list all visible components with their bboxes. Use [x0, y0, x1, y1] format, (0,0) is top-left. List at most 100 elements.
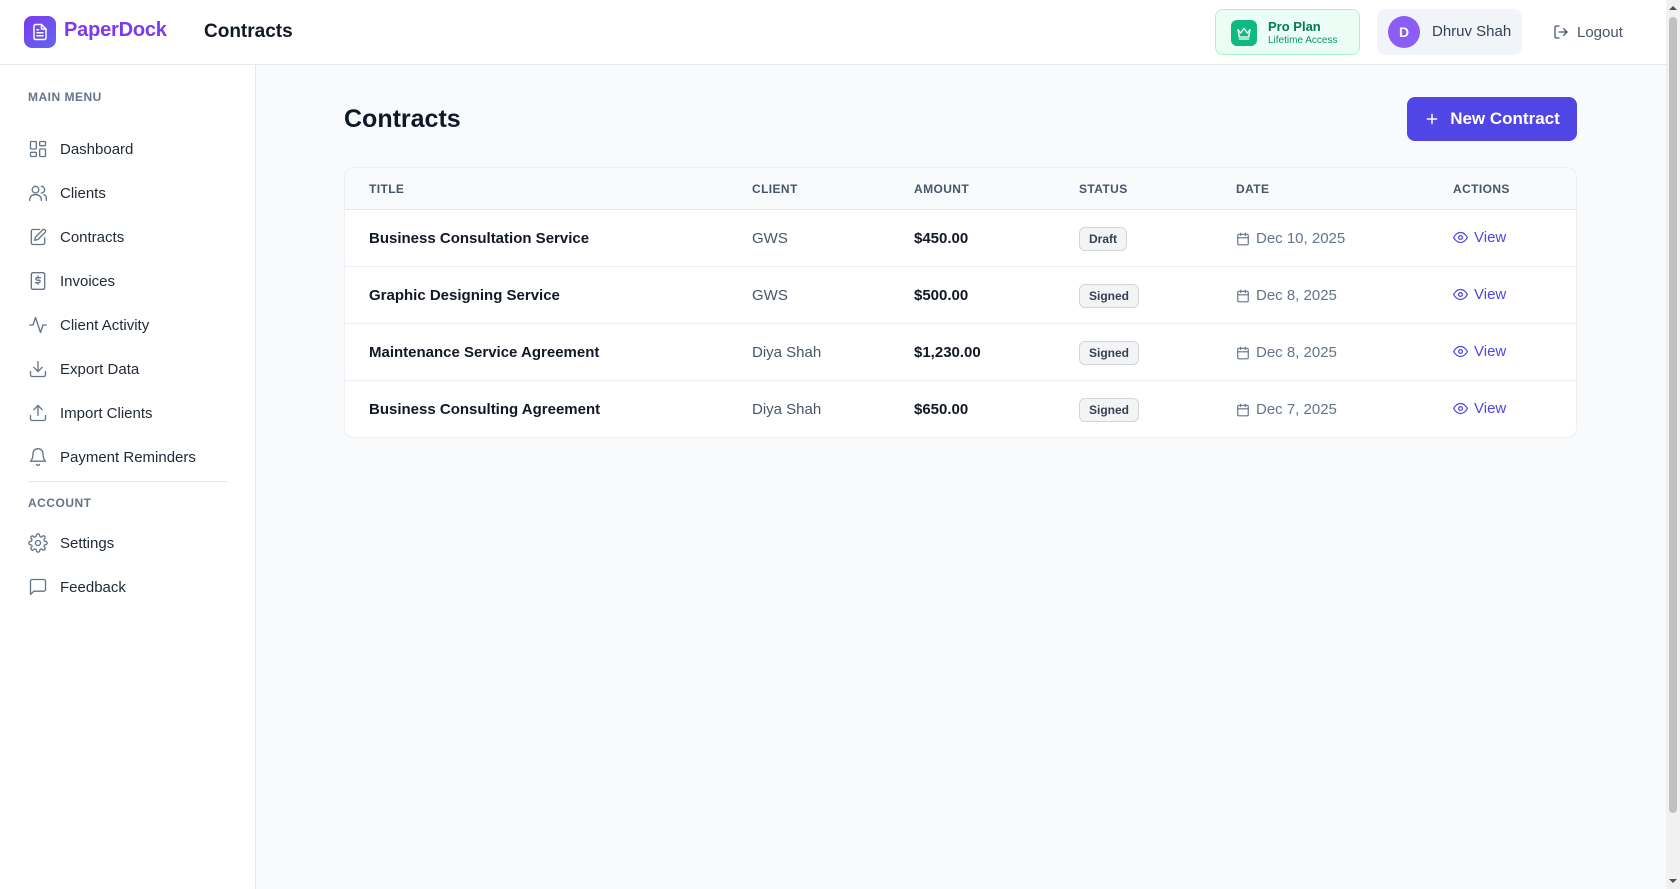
status-badge: Signed [1079, 341, 1140, 365]
view-label: View [1474, 400, 1507, 417]
logout-button[interactable]: Logout [1553, 20, 1623, 44]
page-title: Contracts [344, 105, 461, 133]
chat-icon [29, 578, 47, 596]
eye-icon [1453, 402, 1468, 415]
sidebar-item-export-data[interactable]: Export Data [16, 349, 240, 389]
contract-date-text: Dec 8, 2025 [1256, 344, 1337, 361]
contract-title: Business Consultation Service [369, 230, 590, 247]
brand-name[interactable]: PaperDock [64, 19, 167, 42]
column-header-amount: AMOUNT [914, 182, 970, 196]
plan-badge[interactable]: Pro Plan Lifetime Access [1215, 9, 1360, 55]
logo-icon[interactable] [24, 16, 56, 48]
sidebar-item-label: Payment Reminders [60, 448, 196, 466]
sidebar-divider [28, 481, 227, 482]
new-contract-label: New Contract [1450, 109, 1560, 128]
view-label: View [1474, 286, 1507, 303]
sidebar-item-settings[interactable]: Settings [16, 523, 240, 563]
sidebar-item-label: Export Data [60, 360, 140, 378]
view-button[interactable]: View [1453, 229, 1506, 246]
contract-title: Maintenance Service Agreement [369, 344, 600, 361]
plus-icon [1426, 113, 1438, 125]
contract-client: Diya Shah [752, 344, 822, 361]
contract-date: Dec 10, 2025 [1236, 230, 1345, 247]
eye-icon [1453, 345, 1468, 358]
contract-client: GWS [752, 287, 788, 304]
new-contract-button[interactable]: New Contract [1407, 97, 1577, 141]
contract-title: Business Consulting Agreement [369, 401, 601, 418]
calendar-icon [1237, 403, 1249, 416]
sidebar-item-label: Import Clients [60, 404, 153, 422]
users-icon [29, 185, 47, 202]
contract-date: Dec 7, 2025 [1236, 401, 1337, 418]
sidebar-item-label: Settings [60, 534, 115, 552]
eye-icon [1453, 288, 1468, 301]
contract-amount: $1,230.00 [914, 344, 981, 361]
upload-icon [29, 404, 47, 422]
column-header-status: STATUS [1079, 182, 1128, 196]
sidebar-item-client-activity[interactable]: Client Activity [16, 305, 240, 345]
avatar: D [1388, 16, 1420, 48]
logout-icon [1554, 25, 1568, 39]
contract-amount: $450.00 [914, 230, 969, 247]
plan-name: Pro Plan [1268, 19, 1321, 34]
contract-date-text: Dec 7, 2025 [1256, 401, 1337, 418]
view-label: View [1474, 229, 1507, 246]
sidebar-item-label: Dashboard [60, 140, 134, 158]
calendar-icon [1237, 346, 1249, 359]
scroll-up-icon[interactable] [1669, 4, 1677, 12]
sidebar: MAIN MENU Dashboard Clients Contracts In… [0, 65, 256, 889]
sidebar-item-clients[interactable]: Clients [16, 173, 240, 213]
sidebar-item-label: Invoices [60, 272, 116, 290]
table-row: Maintenance Service Agreement Diya Shah … [345, 324, 1576, 381]
sidebar-item-label: Contracts [60, 228, 125, 246]
contract-title: Graphic Designing Service [369, 287, 560, 304]
eye-icon [1453, 231, 1468, 244]
view-button[interactable]: View [1453, 286, 1506, 303]
dashboard-icon [29, 140, 47, 158]
app-root: PaperDock Contracts Pro Plan Lifetime Ac… [0, 0, 1666, 889]
bell-icon [29, 448, 47, 466]
sidebar-item-label: Feedback [60, 578, 126, 596]
scroll-down-icon[interactable] [1669, 877, 1677, 885]
dollar-document-icon [30, 272, 46, 290]
edit-document-icon [30, 228, 47, 246]
sidebar-item-label: Clients [60, 184, 106, 202]
sidebar-item-contracts[interactable]: Contracts [16, 217, 240, 257]
status-badge: Signed [1079, 284, 1140, 308]
sidebar-item-payment-reminders[interactable]: Payment Reminders [16, 437, 240, 477]
sidebar-item-invoices[interactable]: Invoices [16, 261, 240, 301]
contract-amount: $500.00 [914, 287, 969, 304]
contract-date-text: Dec 8, 2025 [1256, 287, 1337, 304]
main-menu-label: MAIN MENU [28, 90, 102, 104]
table-header: TITLE CLIENT AMOUNT STATUS DATE ACTIONS [345, 168, 1576, 210]
view-button[interactable]: View [1453, 400, 1506, 417]
contracts-table: TITLE CLIENT AMOUNT STATUS DATE ACTIONS … [344, 167, 1577, 438]
calendar-icon [1237, 289, 1249, 302]
page-scrollbar[interactable] [1666, 0, 1680, 889]
view-label: View [1474, 343, 1507, 360]
crown-icon [1231, 20, 1257, 46]
status-badge: Draft [1079, 227, 1128, 251]
user-name: Dhruv Shah [1432, 23, 1512, 40]
sidebar-item-feedback[interactable]: Feedback [16, 567, 240, 607]
table-row: Graphic Designing Service GWS $500.00 Si… [345, 267, 1576, 324]
scrollbar-thumb[interactable] [1669, 17, 1677, 813]
top-header: PaperDock Contracts Pro Plan Lifetime Ac… [0, 0, 1666, 65]
sidebar-item-import-clients[interactable]: Import Clients [16, 393, 240, 433]
column-header-date: DATE [1236, 182, 1270, 196]
user-menu[interactable]: D Dhruv Shah [1377, 9, 1522, 55]
account-label: ACCOUNT [28, 496, 92, 510]
column-header-title: TITLE [369, 182, 405, 196]
column-header-client: CLIENT [752, 182, 798, 196]
plan-subtitle: Lifetime Access [1268, 35, 1338, 46]
sidebar-item-dashboard[interactable]: Dashboard [16, 129, 240, 169]
status-badge: Signed [1079, 398, 1140, 422]
gear-icon [28, 533, 48, 553]
contract-client: Diya Shah [752, 401, 822, 418]
view-button[interactable]: View [1453, 343, 1506, 360]
column-header-actions: ACTIONS [1453, 182, 1510, 196]
calendar-icon [1237, 232, 1249, 245]
contract-amount: $650.00 [914, 401, 969, 418]
table-row: Business Consultation Service GWS $450.0… [345, 210, 1576, 267]
contract-date-text: Dec 10, 2025 [1256, 230, 1346, 247]
